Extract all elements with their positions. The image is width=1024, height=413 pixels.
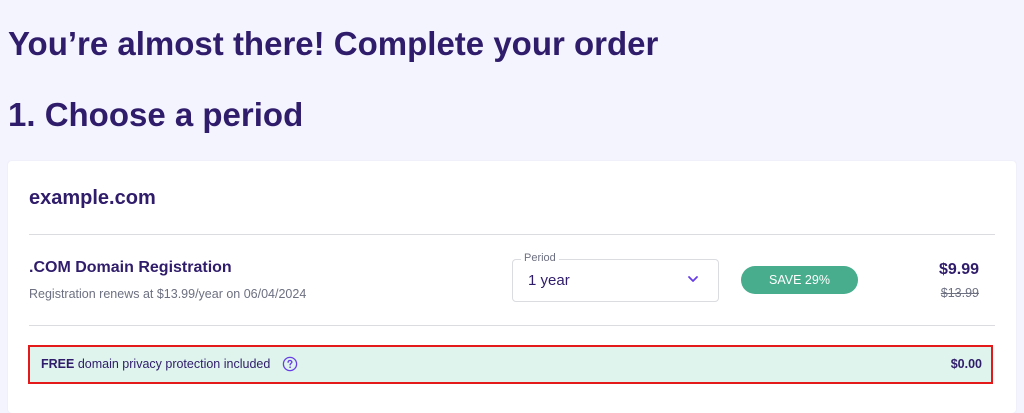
save-badge: SAVE 29% — [741, 266, 858, 294]
domain-name: example.com — [29, 187, 156, 209]
renewal-note: Registration renews at $13.99/year on 06… — [29, 287, 307, 301]
current-price: $9.99 — [938, 261, 979, 278]
product-title: .COM Domain Registration — [29, 259, 232, 276]
privacy-description: domain privacy protection included — [77, 357, 271, 371]
period-label: Period — [521, 251, 559, 265]
period-dropdown[interactable]: Period 1 year — [512, 251, 719, 302]
privacy-text: FREE domain privacy protection included — [41, 356, 270, 373]
chevron-down-icon — [688, 276, 698, 282]
divider — [29, 325, 995, 326]
divider — [29, 234, 995, 235]
privacy-price: $0.00 — [950, 357, 982, 371]
step-heading: 1. Choose a period — [8, 96, 304, 133]
original-price: $13.99 — [940, 286, 979, 300]
period-selected-value: 1 year — [528, 272, 570, 289]
privacy-protection-row: FREE domain privacy protection included … — [28, 345, 993, 384]
question-circle-icon[interactable] — [282, 356, 298, 372]
order-card: example.com .COM Domain Registration Reg… — [8, 161, 1016, 413]
page-title: You’re almost there! Complete your order — [8, 25, 659, 62]
checkout-page: You’re almost there! Complete your order… — [0, 0, 1024, 413]
free-label: FREE — [41, 357, 75, 371]
